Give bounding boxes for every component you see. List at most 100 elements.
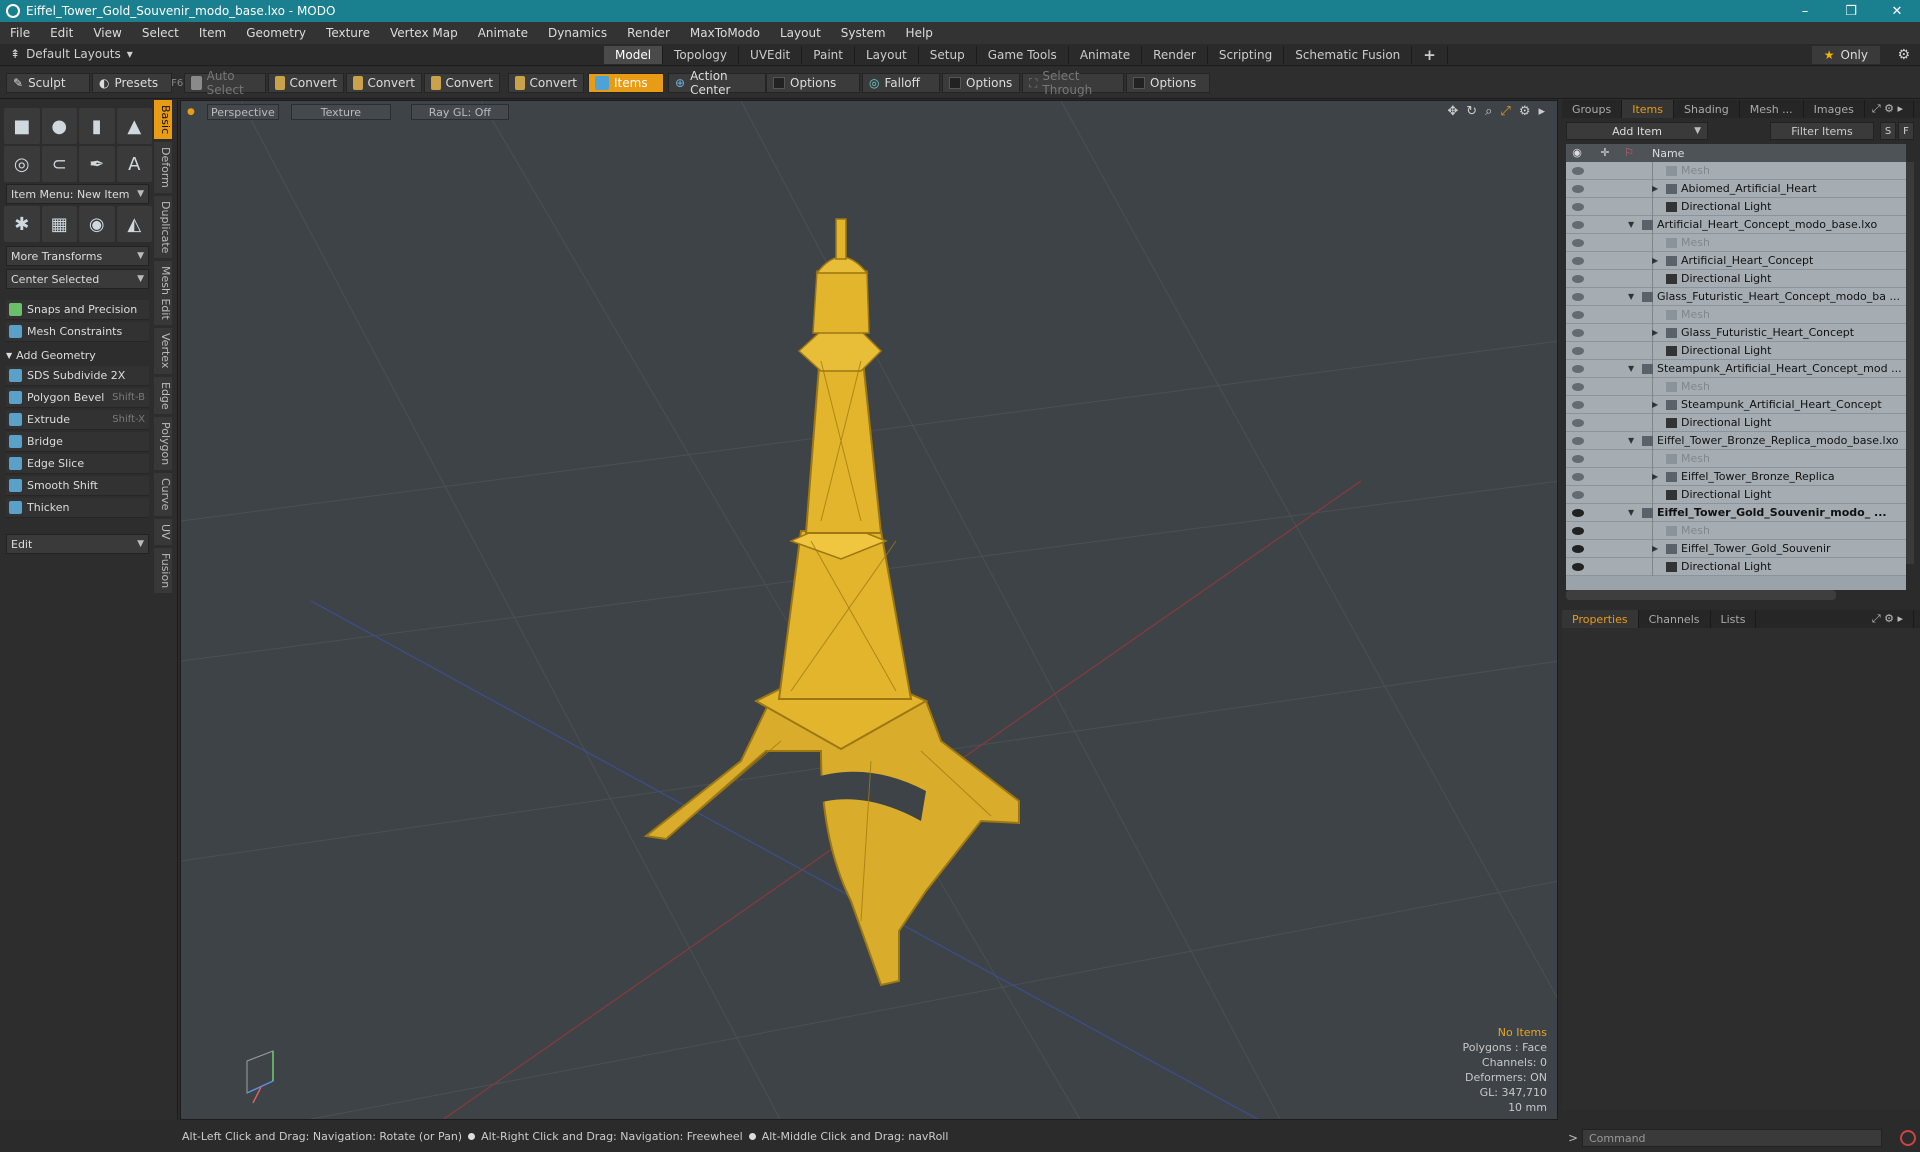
tree-row[interactable]: Directional Light: [1566, 198, 1906, 216]
visibility-eye-icon[interactable]: [1572, 310, 1584, 319]
menu-view[interactable]: View: [83, 26, 131, 40]
tool-polygon-bevel[interactable]: Polygon Bevel Shift-B: [6, 388, 149, 408]
more-transforms-dropdown[interactable]: More Transforms ▼: [6, 246, 149, 266]
side-tab-deform[interactable]: Deform: [154, 142, 172, 194]
visibility-eye-icon[interactable]: [1572, 454, 1584, 463]
tree-row[interactable]: ▶ Eiffel_Tower_Gold_Souvenir: [1566, 540, 1906, 558]
default-layouts-dropdown[interactable]: ⇞ Default Layouts ▾: [10, 47, 133, 61]
sculpt-button[interactable]: ✎ Sculpt: [6, 73, 90, 93]
maximize-viewport-icon[interactable]: ⤢: [1500, 104, 1510, 119]
add-geometry-header[interactable]: ▼ Add Geometry: [6, 346, 149, 364]
close-button[interactable]: ✕: [1874, 0, 1920, 22]
rotate-icon[interactable]: ↻: [1466, 104, 1477, 119]
filter-f-button[interactable]: F: [1898, 122, 1914, 140]
tab-paint[interactable]: Paint: [802, 46, 855, 64]
locator-icon[interactable]: ✱: [4, 206, 40, 242]
command-input[interactable]: Command: [1582, 1129, 1882, 1147]
visibility-eye-icon[interactable]: [1572, 562, 1584, 571]
raygl-button[interactable]: Ray GL: Off: [410, 104, 509, 120]
tree-row[interactable]: Mesh: [1566, 234, 1906, 252]
tool-thicken[interactable]: Thicken: [6, 498, 149, 518]
text-icon[interactable]: A: [116, 146, 152, 182]
menu-geometry[interactable]: Geometry: [236, 26, 316, 40]
expanded-arrow-icon[interactable]: ▼: [1628, 220, 1638, 229]
eiffel-tower-model[interactable]: [643, 218, 1020, 987]
menu-edit[interactable]: Edit: [40, 26, 83, 40]
visibility-eye-icon[interactable]: [1572, 544, 1584, 553]
tree-row[interactable]: ▶ Steampunk_Artificial_Heart_Concept: [1566, 396, 1906, 414]
tree-row[interactable]: ▶ Eiffel_Tower_Bronze_Replica: [1566, 468, 1906, 486]
name-column-header[interactable]: Name: [1652, 147, 1684, 160]
side-tab-mesh-edit[interactable]: Mesh Edit: [154, 261, 172, 326]
menu-vertex-map[interactable]: Vertex Map: [380, 26, 468, 40]
sphere-icon[interactable]: ●: [41, 108, 77, 144]
panel-tab-mesh[interactable]: Mesh ...: [1740, 100, 1804, 118]
visibility-eye-icon[interactable]: [1572, 220, 1584, 229]
tab-topology[interactable]: Topology: [663, 46, 740, 64]
minimize-button[interactable]: –: [1782, 0, 1828, 22]
menu-select[interactable]: Select: [132, 26, 189, 40]
visibility-eye-icon[interactable]: [1572, 418, 1584, 427]
tool-sds-subdivide-2x[interactable]: SDS Subdivide 2X: [6, 366, 149, 386]
collapsed-arrow-icon[interactable]: ▶: [1652, 184, 1662, 193]
item-menu-dropdown[interactable]: Item Menu: New Item ▼: [6, 184, 149, 204]
collapsed-arrow-icon[interactable]: ▶: [1652, 400, 1662, 409]
camera-icon[interactable]: ◭: [116, 206, 152, 242]
panel-tab-items[interactable]: Items: [1622, 100, 1675, 118]
tree-row[interactable]: Directional Light: [1566, 342, 1906, 360]
pen-icon[interactable]: ✒: [79, 146, 115, 182]
add-item-dropdown[interactable]: Add Item ▼: [1566, 122, 1708, 140]
falloff-button[interactable]: ◎ Falloff: [862, 73, 940, 93]
auto-select-button[interactable]: Auto Select: [184, 69, 266, 97]
options-checkbox[interactable]: [1133, 77, 1145, 89]
maximize-button[interactable]: ❐: [1828, 0, 1874, 22]
tree-row[interactable]: ▼ Artificial_Heart_Concept_modo_base.lxo: [1566, 216, 1906, 234]
viewport-expand-icon[interactable]: ▸: [1538, 104, 1545, 119]
tree-row[interactable]: ▶ Abiomed_Artificial_Heart: [1566, 180, 1906, 198]
tool-edge-slice[interactable]: Edge Slice: [6, 454, 149, 474]
tab-scripting[interactable]: Scripting: [1208, 46, 1285, 64]
menu-maxtomodo[interactable]: MaxToModo: [680, 26, 770, 40]
3d-viewport[interactable]: ● Perspective Texture Ray GL: Off ✥ ↻ ⌕ …: [180, 100, 1558, 1120]
tree-row[interactable]: Directional Light: [1566, 414, 1906, 432]
tree-row[interactable]: Mesh: [1566, 162, 1906, 180]
render-column-icon[interactable]: ⚐: [1622, 146, 1636, 160]
action-center-button[interactable]: ⊕ Action Center: [668, 69, 766, 97]
pan-icon[interactable]: ✥: [1447, 104, 1458, 119]
tree-row[interactable]: Directional Light: [1566, 486, 1906, 504]
grid-icon[interactable]: ▦: [41, 206, 77, 242]
cube-icon[interactable]: ■: [4, 108, 40, 144]
expanded-arrow-icon[interactable]: ▼: [1628, 364, 1638, 373]
expanded-arrow-icon[interactable]: ▼: [1628, 508, 1638, 517]
mesh-constraints-button[interactable]: Mesh Constraints: [6, 322, 149, 342]
cylinder-icon[interactable]: ▮: [79, 108, 115, 144]
view-type-button[interactable]: Perspective: [206, 104, 279, 120]
tree-row[interactable]: Mesh: [1566, 522, 1906, 540]
visibility-column-eye-icon[interactable]: ◉: [1570, 146, 1584, 160]
action-center-options-button[interactable]: Options: [766, 73, 860, 93]
select-through-options-button[interactable]: Options: [1126, 73, 1210, 93]
tree-scrollbar[interactable]: [1906, 162, 1914, 564]
visibility-eye-icon[interactable]: [1572, 202, 1584, 211]
lock-column-icon[interactable]: ✛: [1598, 146, 1612, 160]
visibility-eye-icon[interactable]: [1572, 256, 1584, 265]
gear-icon[interactable]: ⚙: [1897, 47, 1910, 63]
side-tab-fusion[interactable]: Fusion: [154, 547, 172, 593]
props-tab-lists[interactable]: Lists: [1711, 610, 1757, 628]
cone-icon[interactable]: ▲: [116, 108, 152, 144]
tool-smooth-shift[interactable]: Smooth Shift: [6, 476, 149, 496]
tree-row[interactable]: Mesh: [1566, 450, 1906, 468]
visibility-eye-icon[interactable]: [1572, 490, 1584, 499]
tree-row[interactable]: Directional Light: [1566, 558, 1906, 576]
menu-texture[interactable]: Texture: [316, 26, 380, 40]
snaps-button[interactable]: Snaps and Precision: [6, 300, 149, 320]
tree-row[interactable]: ▼ Eiffel_Tower_Bronze_Replica_modo_base.l…: [1566, 432, 1906, 450]
collapsed-arrow-icon[interactable]: ▶: [1652, 544, 1662, 553]
tree-row[interactable]: ▼ Eiffel_Tower_Gold_Souvenir_modo_ ...: [1566, 504, 1906, 522]
tab-setup[interactable]: Setup: [919, 46, 977, 64]
tool-extrude[interactable]: Extrude Shift-X: [6, 410, 149, 430]
panel-options-icon[interactable]: ⤢ ⚙ ▸: [1862, 100, 1914, 118]
tree-row[interactable]: ▼ Steampunk_Artificial_Heart_Concept_mod …: [1566, 360, 1906, 378]
tree-horizontal-scrollbar[interactable]: [1566, 590, 1836, 600]
tab-game-tools[interactable]: Game Tools: [977, 46, 1069, 64]
